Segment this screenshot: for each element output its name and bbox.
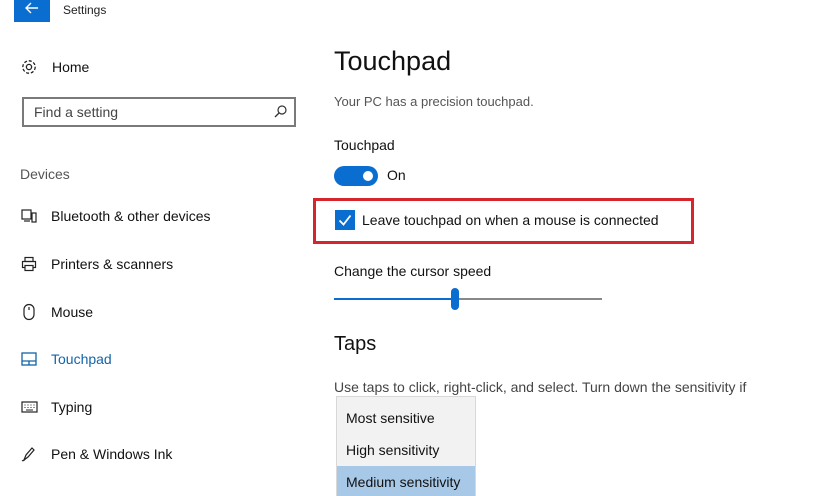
sidebar-item-pen[interactable]: Pen & Windows Ink <box>20 443 300 465</box>
taps-heading: Taps <box>334 333 377 355</box>
sidebar-item-bluetooth[interactable]: Bluetooth & other devices <box>20 205 300 227</box>
sidebar-item-touchpad[interactable]: Touchpad <box>20 348 300 370</box>
dropdown-option-high-sensitivity[interactable]: High sensitivity <box>337 434 475 466</box>
sidebar-item-label: Pen & Windows Ink <box>51 446 173 462</box>
touchpad-icon <box>20 350 38 368</box>
sidebar-item-typing[interactable]: Typing <box>20 396 300 418</box>
printer-icon <box>20 255 38 273</box>
title-bar: Settings <box>0 0 836 26</box>
sidebar-item-label: Typing <box>51 399 93 415</box>
tap-sensitivity-dropdown[interactable]: Most sensitive High sensitivity Medium s… <box>336 396 476 496</box>
cursor-speed-label: Change the cursor speed <box>334 263 492 279</box>
cursor-speed-slider-thumb[interactable] <box>450 288 459 310</box>
dropdown-option-most-sensitive[interactable]: Most sensitive <box>337 402 475 434</box>
search-input[interactable] <box>24 99 264 125</box>
sidebar-item-label: Touchpad <box>51 351 112 367</box>
section-label-devices: Devices <box>20 166 70 182</box>
taps-description-line1: Use taps to click, right-click, and sele… <box>334 379 747 395</box>
sidebar-item-label: Bluetooth & other devices <box>51 208 211 224</box>
search-box <box>22 97 296 127</box>
sidebar-item-label: Mouse <box>51 304 94 320</box>
dropdown-option-medium-sensitivity[interactable]: Medium sensitivity <box>337 466 475 496</box>
home-link[interactable]: Home <box>20 56 89 78</box>
sidebar: Home Devices Bluetooth & other devices <box>0 26 310 496</box>
toggle-knob <box>363 171 373 181</box>
page-title: Touchpad <box>334 46 452 76</box>
keyboard-icon <box>20 398 38 416</box>
main-content: Touchpad Your PC has a precision touchpa… <box>313 26 834 496</box>
back-arrow-icon <box>25 2 38 14</box>
page-subtitle: Your PC has a precision touchpad. <box>334 94 534 109</box>
toggle-state-label: On <box>387 167 406 183</box>
sidebar-item-mouse[interactable]: Mouse <box>20 301 300 323</box>
bluetooth-devices-icon <box>20 207 38 225</box>
leave-touchpad-on-checkbox[interactable] <box>335 210 355 230</box>
cursor-speed-slider-fill <box>334 298 455 300</box>
pen-icon <box>20 445 38 463</box>
leave-touchpad-on-label[interactable]: Leave touchpad on when a mouse is connec… <box>362 212 659 228</box>
touchpad-toggle[interactable] <box>334 166 378 186</box>
back-button[interactable] <box>14 0 50 22</box>
search-icon[interactable] <box>273 104 288 119</box>
window-title: Settings <box>63 3 107 17</box>
home-label: Home <box>52 59 90 75</box>
mouse-icon <box>20 303 38 321</box>
touchpad-toggle-heading: Touchpad <box>334 137 395 153</box>
sidebar-item-label: Printers & scanners <box>51 256 174 272</box>
gear-icon <box>22 60 36 74</box>
sidebar-item-printers[interactable]: Printers & scanners <box>20 253 300 275</box>
checkmark-icon <box>338 214 352 226</box>
